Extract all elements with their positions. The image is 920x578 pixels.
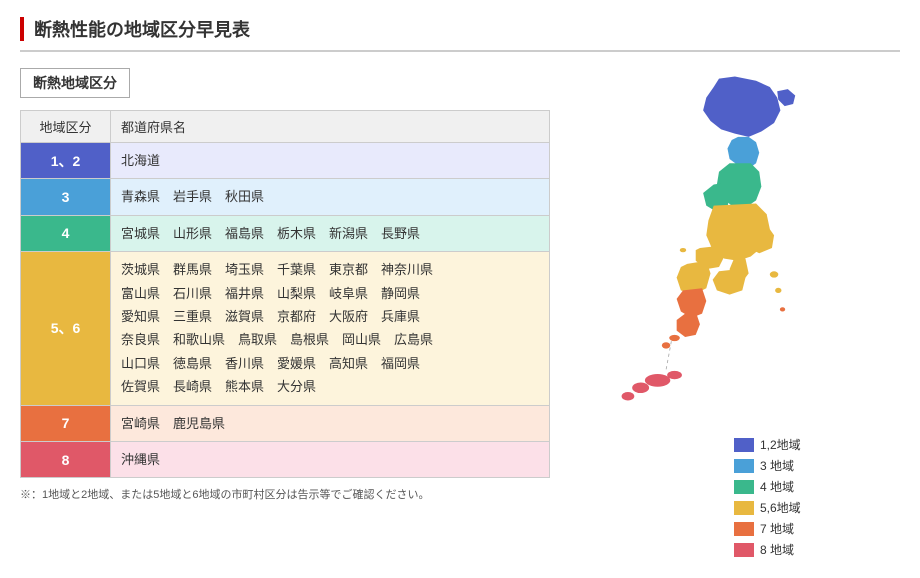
- col-zone-header: 地域区分: [21, 111, 111, 143]
- map-legend: 1,2地域 3 地域 4 地域 5,6地域 7 地域 8 地域: [734, 436, 801, 562]
- col-pref-header: 都道府県名: [111, 111, 550, 143]
- legend-label: 1,2地域: [760, 436, 801, 453]
- zone-cell: 1、2: [21, 143, 111, 179]
- legend-color-box: [734, 543, 754, 557]
- legend-item: 7 地域: [734, 520, 801, 537]
- legend-label: 7 地域: [760, 520, 794, 537]
- legend-color-box: [734, 480, 754, 494]
- content-area: 断熱地域区分 地域区分 都道府県名 1、2北海道3青森県 岩手県 秋田県4宮城県…: [20, 68, 900, 562]
- legend-item: 8 地域: [734, 541, 801, 558]
- main-title-bar: 断熱性能の地域区分早見表: [20, 16, 900, 52]
- zone-cell: 3: [21, 179, 111, 215]
- left-panel: 断熱地域区分 地域区分 都道府県名 1、2北海道3青森県 岩手県 秋田県4宮城県…: [20, 68, 550, 562]
- zone-cell: 4: [21, 215, 111, 251]
- zone-cell: 8: [21, 441, 111, 477]
- section-title: 断熱地域区分: [20, 68, 130, 98]
- pref-cell: 沖縄県: [111, 441, 550, 477]
- legend-label: 8 地域: [760, 541, 794, 558]
- zone-cell: 5、6: [21, 252, 111, 405]
- footnote: ※：1地域と2地域、または5地域と6地域の市町村区分は告示等でご確認ください。: [20, 486, 550, 502]
- legend-label: 3 地域: [760, 457, 794, 474]
- legend-label: 5,6地域: [760, 499, 801, 516]
- legend-item: 3 地域: [734, 457, 801, 474]
- pref-cell: 茨城県 群馬県 埼玉県 千葉県 東京都 神奈川県富山県 石川県 福井県 山梨県 …: [111, 252, 550, 405]
- legend-item: 5,6地域: [734, 499, 801, 516]
- legend-color-box: [734, 522, 754, 536]
- page-wrapper: 断熱性能の地域区分早見表 断熱地域区分 地域区分 都道府県名 1、2北海道3青森…: [0, 0, 920, 578]
- legend-color-box: [734, 438, 754, 452]
- map-container: [574, 68, 864, 428]
- legend-label: 4 地域: [760, 478, 794, 495]
- japan-map: [574, 68, 864, 428]
- legend-item: 1,2地域: [734, 436, 801, 453]
- page-title: 断熱性能の地域区分早見表: [34, 16, 250, 42]
- region-table: 地域区分 都道府県名 1、2北海道3青森県 岩手県 秋田県4宮城県 山形県 福島…: [20, 110, 550, 478]
- legend-color-box: [734, 459, 754, 473]
- pref-cell: 青森県 岩手県 秋田県: [111, 179, 550, 215]
- right-panel: 1,2地域 3 地域 4 地域 5,6地域 7 地域 8 地域: [574, 68, 900, 562]
- pref-cell: 宮崎県 鹿児島県: [111, 405, 550, 441]
- zone-cell: 7: [21, 405, 111, 441]
- pref-cell: 北海道: [111, 143, 550, 179]
- pref-cell: 宮城県 山形県 福島県 栃木県 新潟県 長野県: [111, 215, 550, 251]
- accent-bar: [20, 17, 24, 41]
- legend-item: 4 地域: [734, 478, 801, 495]
